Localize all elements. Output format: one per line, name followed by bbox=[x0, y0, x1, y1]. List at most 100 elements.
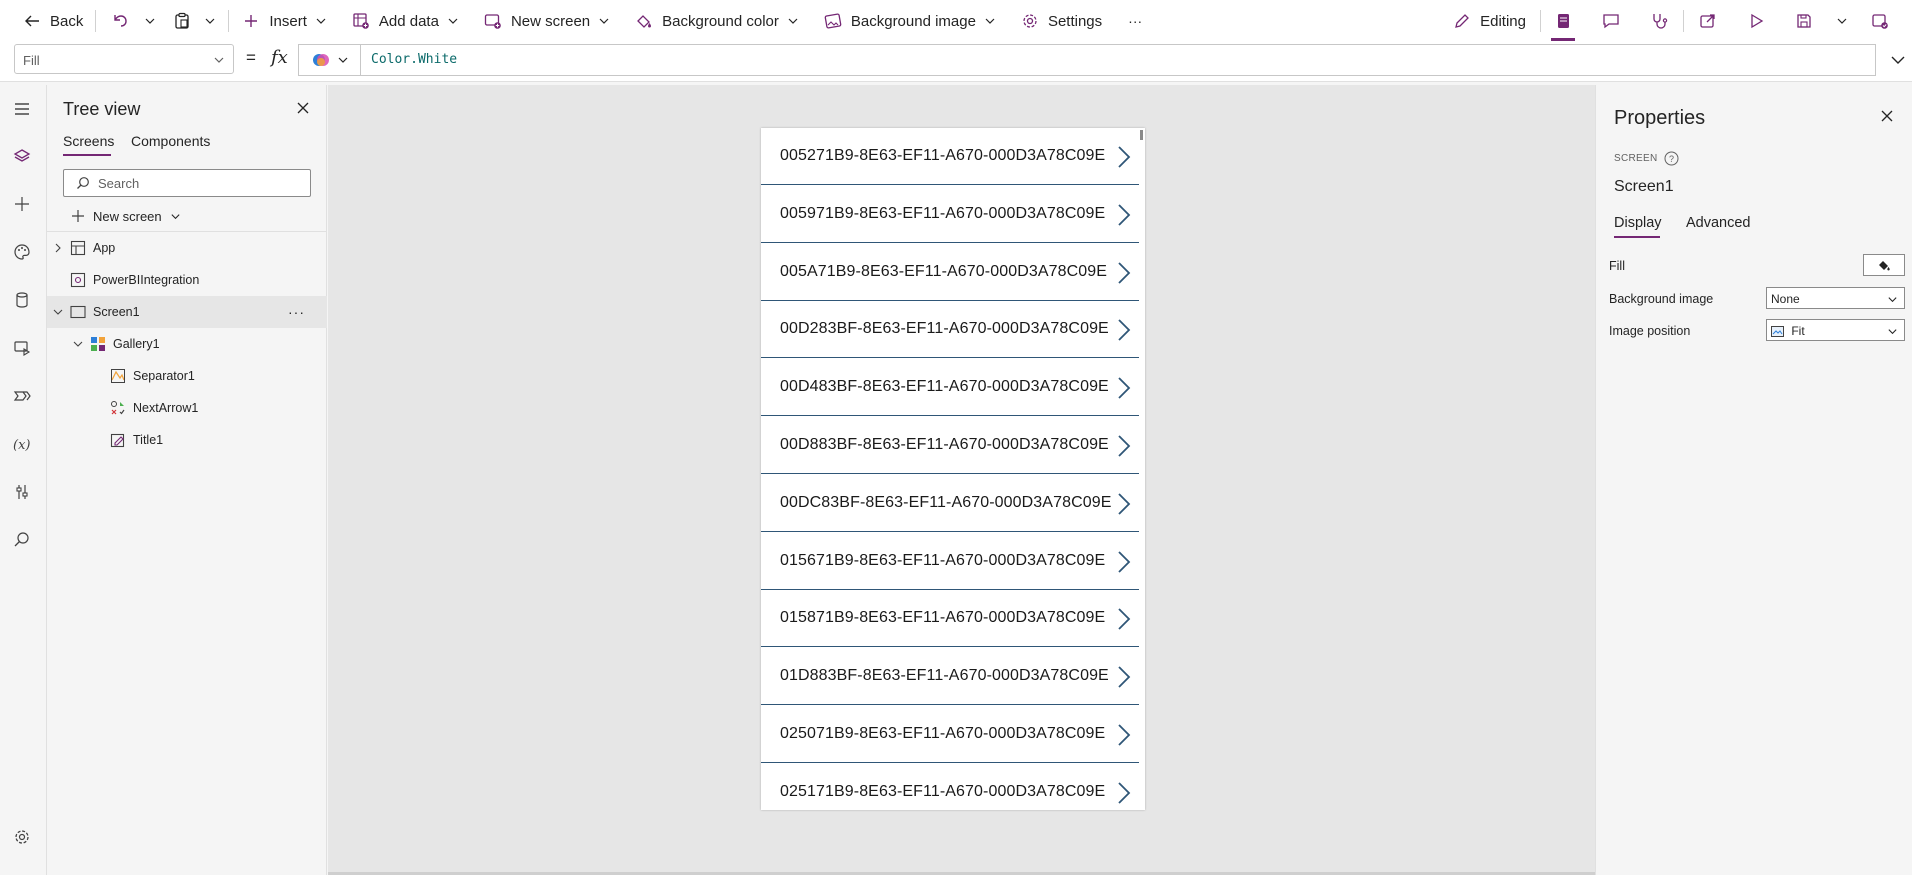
insert-button[interactable]: Insert bbox=[241, 0, 327, 42]
next-arrow-icon[interactable] bbox=[1113, 665, 1135, 689]
gallery-item[interactable]: 025071B9-8E63-EF11-A670-000D3A78C09E bbox=[761, 706, 1139, 763]
gallery-item[interactable]: 00D483BF-8E63-EF11-A670-000D3A78C09E bbox=[761, 359, 1139, 417]
settings-rail-button[interactable] bbox=[10, 825, 34, 849]
next-arrow-icon[interactable] bbox=[1113, 723, 1135, 747]
preview-button[interactable] bbox=[1746, 0, 1766, 42]
insert-rail-button[interactable] bbox=[10, 192, 34, 216]
background-color-button[interactable]: Background color bbox=[634, 0, 799, 42]
chevron-right-icon[interactable] bbox=[51, 241, 65, 255]
gallery-item[interactable]: 00D283BF-8E63-EF11-A670-000D3A78C09E bbox=[761, 301, 1139, 359]
next-arrow-icon[interactable] bbox=[1113, 318, 1135, 342]
design-canvas[interactable]: 005271B9-8E63-EF11-A670-000D3A78C09E 0059… bbox=[328, 85, 1595, 875]
gallery-item-title[interactable]: 005A71B9-8E63-EF11-A670-000D3A78C09E bbox=[780, 263, 1107, 281]
background-image-button[interactable]: Background image bbox=[823, 0, 996, 42]
close-tree-view-button[interactable] bbox=[296, 101, 310, 115]
tree-node-screen1[interactable]: Screen1 ··· bbox=[47, 296, 327, 328]
tree-node-app[interactable]: App bbox=[47, 232, 327, 264]
background-image-dropdown[interactable]: None bbox=[1766, 287, 1905, 309]
gallery-item[interactable]: 01D883BF-8E63-EF11-A670-000D3A78C09E bbox=[761, 648, 1139, 706]
gallery-item-title[interactable]: 025171B9-8E63-EF11-A670-000D3A78C09E bbox=[780, 783, 1105, 801]
share-button[interactable] bbox=[1698, 0, 1718, 42]
tab-screens[interactable]: Screens bbox=[63, 133, 114, 149]
more-commands-button[interactable]: ··· bbox=[1128, 0, 1142, 42]
next-arrow-icon[interactable] bbox=[1113, 145, 1135, 169]
next-arrow-icon[interactable] bbox=[1113, 607, 1135, 631]
gallery-item-title[interactable]: 025071B9-8E63-EF11-A670-000D3A78C09E bbox=[780, 725, 1105, 743]
tree-view-rail-button[interactable] bbox=[10, 144, 34, 168]
fill-color-picker[interactable] bbox=[1863, 254, 1905, 276]
gallery-item-title[interactable]: 015871B9-8E63-EF11-A670-000D3A78C09E bbox=[780, 609, 1105, 627]
save-button[interactable] bbox=[1794, 0, 1814, 42]
gallery-item-title[interactable]: 00D283BF-8E63-EF11-A670-000D3A78C09E bbox=[780, 320, 1109, 338]
notebook-button[interactable] bbox=[1551, 0, 1575, 42]
next-arrow-icon[interactable] bbox=[1113, 434, 1135, 458]
next-arrow-icon[interactable] bbox=[1113, 550, 1135, 574]
next-arrow-icon[interactable] bbox=[1113, 203, 1135, 227]
gallery-item[interactable]: 00DC83BF-8E63-EF11-A670-000D3A78C09E bbox=[761, 475, 1139, 532]
copilot-button[interactable] bbox=[299, 45, 361, 75]
gallery-item[interactable]: 025171B9-8E63-EF11-A670-000D3A78C09E bbox=[761, 764, 1139, 810]
chevron-down-icon[interactable] bbox=[71, 337, 85, 351]
tree-node-gallery1[interactable]: Gallery1 bbox=[47, 328, 327, 360]
next-arrow-icon[interactable] bbox=[1113, 492, 1135, 516]
tree-node-nextarrow1[interactable]: NextArrow1 bbox=[47, 392, 327, 424]
themes-rail-button[interactable] bbox=[10, 240, 34, 264]
undo-button[interactable] bbox=[110, 0, 130, 42]
gallery-item[interactable]: 015871B9-8E63-EF11-A670-000D3A78C09E bbox=[761, 590, 1139, 648]
formula-input[interactable]: Color.White bbox=[298, 44, 1876, 76]
control-name[interactable]: Screen1 bbox=[1614, 178, 1674, 196]
gallery-item[interactable]: 005A71B9-8E63-EF11-A670-000D3A78C09E bbox=[761, 244, 1139, 301]
paste-menu-button[interactable] bbox=[204, 0, 216, 42]
power-automate-rail-button[interactable] bbox=[10, 384, 34, 408]
tree-node-title1[interactable]: Title1 bbox=[47, 424, 327, 456]
add-data-button[interactable]: Add data bbox=[351, 0, 459, 42]
screen1-preview[interactable]: 005271B9-8E63-EF11-A670-000D3A78C09E 0059… bbox=[761, 128, 1145, 810]
data-rail-button[interactable] bbox=[10, 288, 34, 312]
save-menu-button[interactable] bbox=[1836, 0, 1848, 42]
publish-button[interactable] bbox=[1870, 0, 1890, 42]
back-button[interactable]: Back bbox=[22, 0, 83, 42]
gallery-item-title[interactable]: 005271B9-8E63-EF11-A670-000D3A78C09E bbox=[780, 147, 1105, 165]
next-arrow-icon[interactable] bbox=[1113, 376, 1135, 400]
more-options-button[interactable]: ··· bbox=[288, 304, 305, 320]
app-checker-button[interactable] bbox=[1649, 0, 1669, 42]
editing-button[interactable]: Editing bbox=[1452, 0, 1526, 42]
next-arrow-icon[interactable] bbox=[1113, 781, 1135, 805]
tree-node-powerbi-integration[interactable]: PowerBIIntegration bbox=[47, 264, 327, 296]
gallery-item[interactable]: 005271B9-8E63-EF11-A670-000D3A78C09E bbox=[761, 128, 1139, 185]
tab-display[interactable]: Display bbox=[1614, 215, 1662, 231]
tab-components[interactable]: Components bbox=[131, 133, 210, 149]
paste-button[interactable] bbox=[172, 0, 192, 42]
search-rail-button[interactable] bbox=[10, 528, 34, 552]
settings-button[interactable]: Settings bbox=[1020, 0, 1102, 42]
advanced-tools-rail-button[interactable] bbox=[10, 480, 34, 504]
tree-new-screen-button[interactable]: New screen bbox=[71, 205, 181, 227]
tree-node-separator1[interactable]: Separator1 bbox=[47, 360, 327, 392]
gallery-item-title[interactable]: 015671B9-8E63-EF11-A670-000D3A78C09E bbox=[780, 552, 1105, 570]
expand-formula-bar-button[interactable] bbox=[1890, 52, 1906, 68]
gallery-item-title[interactable]: 01D883BF-8E63-EF11-A670-000D3A78C09E bbox=[780, 667, 1109, 685]
formula-text[interactable]: Color.White bbox=[371, 52, 457, 67]
undo-menu-button[interactable] bbox=[144, 0, 156, 42]
image-position-dropdown[interactable]: Fit bbox=[1766, 319, 1905, 341]
tree-search-input[interactable]: Search bbox=[63, 169, 311, 197]
gallery-item[interactable]: 015671B9-8E63-EF11-A670-000D3A78C09E bbox=[761, 533, 1139, 590]
help-icon[interactable]: ? bbox=[1664, 151, 1679, 166]
hamburger-menu-button[interactable] bbox=[10, 97, 34, 121]
chevron-down-icon[interactable] bbox=[51, 305, 65, 319]
gallery-item[interactable]: 00D883BF-8E63-EF11-A670-000D3A78C09E bbox=[761, 417, 1139, 474]
tab-advanced[interactable]: Advanced bbox=[1686, 215, 1751, 231]
variables-rail-button[interactable]: (x) bbox=[10, 432, 34, 456]
gallery-item-title[interactable]: 00D883BF-8E63-EF11-A670-000D3A78C09E bbox=[780, 436, 1109, 454]
gallery-item-title[interactable]: 00D483BF-8E63-EF11-A670-000D3A78C09E bbox=[780, 378, 1109, 396]
gallery-scrollbar[interactable] bbox=[1139, 128, 1144, 810]
scrollbar-thumb[interactable] bbox=[1140, 130, 1143, 140]
close-properties-button[interactable] bbox=[1880, 109, 1894, 123]
media-rail-button[interactable] bbox=[10, 336, 34, 360]
comments-button[interactable] bbox=[1601, 0, 1621, 42]
property-dropdown[interactable]: Fill bbox=[14, 44, 234, 74]
gallery-item-title[interactable]: 00DC83BF-8E63-EF11-A670-000D3A78C09E bbox=[780, 494, 1112, 512]
gallery-item-title[interactable]: 005971B9-8E63-EF11-A670-000D3A78C09E bbox=[780, 205, 1105, 223]
gallery-item[interactable]: 005971B9-8E63-EF11-A670-000D3A78C09E bbox=[761, 186, 1139, 243]
next-arrow-icon[interactable] bbox=[1113, 261, 1135, 285]
